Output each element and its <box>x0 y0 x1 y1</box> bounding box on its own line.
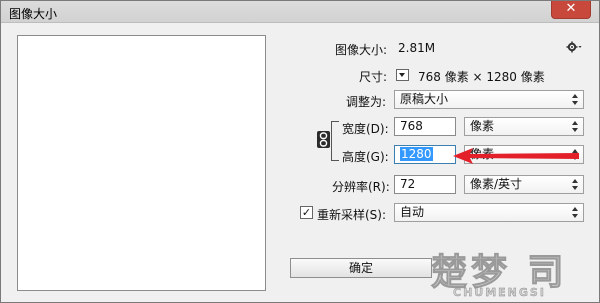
select-arrows-icon <box>572 94 579 105</box>
fit-to-select[interactable]: 原稿大小 <box>394 90 584 109</box>
link-chain-icon[interactable] <box>317 131 330 148</box>
dimensions-label: 尺寸: <box>359 70 388 84</box>
close-icon: ✕ <box>565 1 577 16</box>
constrain-bracket <box>331 121 339 161</box>
dimensions-value: 768 像素 × 1280 像素 <box>418 70 545 84</box>
ok-button[interactable]: 确定 <box>290 258 432 278</box>
resolution-input[interactable]: 72 <box>394 175 456 194</box>
close-button[interactable]: ✕ <box>551 1 591 19</box>
width-unit-value: 像素 <box>470 119 495 133</box>
resample-value: 自动 <box>400 205 425 219</box>
height-label: 高度(G): <box>342 150 389 164</box>
resample-label: 重新采样(S): <box>317 208 387 222</box>
check-icon: ✓ <box>301 206 312 219</box>
resample-select[interactable]: 自动 <box>394 203 584 222</box>
fit-to-label: 调整为: <box>346 95 387 109</box>
width-input[interactable]: 768 <box>394 117 456 136</box>
image-size-value: 2.81M <box>398 41 436 55</box>
resolution-label: 分辨率(R): <box>332 180 390 194</box>
height-input[interactable]: 1280 <box>394 145 456 164</box>
width-label: 宽度(D): <box>342 122 389 136</box>
resample-checkbox[interactable]: ✓ <box>300 206 313 219</box>
image-size-label: 图像大小: <box>335 43 388 57</box>
width-value: 768 <box>400 119 423 133</box>
image-preview <box>17 35 266 291</box>
dimensions-dropdown-icon[interactable] <box>396 69 409 81</box>
select-arrows-icon <box>572 121 579 132</box>
width-unit-select[interactable]: 像素 <box>464 117 584 136</box>
resolution-value: 72 <box>400 177 416 191</box>
gear-icon[interactable] <box>566 41 582 53</box>
image-size-dialog: 图像大小 ✕ 图像大小: 2.81M 尺寸: 768 像素 × 1280 像素 … <box>0 0 600 303</box>
watermark-logo: 楚梦 司 CHUMENGSI <box>421 241 591 301</box>
window-title: 图像大小 <box>9 7 58 21</box>
resolution-unit-value: 像素/英寸 <box>470 177 523 191</box>
annotation-arrow <box>453 148 579 164</box>
title-bar: 图像大小 ✕ <box>1 1 599 23</box>
select-arrows-icon <box>572 207 579 218</box>
height-value: 1280 <box>400 147 433 161</box>
fit-to-value: 原稿大小 <box>400 92 449 106</box>
select-arrows-icon <box>572 179 579 190</box>
resolution-unit-select[interactable]: 像素/英寸 <box>464 175 584 194</box>
watermark-subtext: CHUMENGSI <box>453 286 546 299</box>
